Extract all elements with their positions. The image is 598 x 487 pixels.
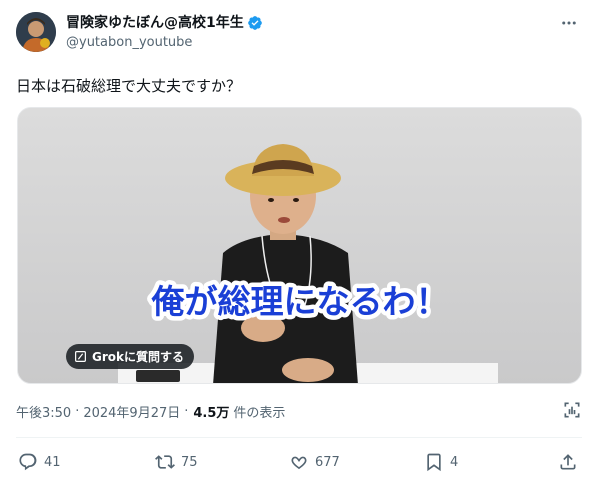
bookmark-icon <box>424 452 444 472</box>
more-icon[interactable] <box>558 12 580 34</box>
verified-icon <box>247 15 263 31</box>
tweet-header: 冒険家ゆたぼん@高校1年生 @yutabon_youtube <box>16 12 582 56</box>
retweet-button[interactable]: 75 <box>155 452 198 472</box>
meta-separator: · <box>75 404 80 419</box>
reply-count: 41 <box>44 454 61 470</box>
tweet-text: 日本は石破総理で大丈夫ですか？ <box>16 77 242 95</box>
handle[interactable]: @yutabon_youtube <box>66 33 263 53</box>
share-icon <box>558 452 578 472</box>
avatar[interactable] <box>16 12 56 52</box>
like-button[interactable]: 677 <box>289 452 340 472</box>
bookmark-count: 4 <box>450 454 459 470</box>
like-icon <box>289 452 309 472</box>
video-caption: 俺が総理になるわ！ <box>151 282 449 321</box>
retweet-icon <box>155 452 175 472</box>
video-thumbnail: 俺が総理になるわ！ 俺が総理になるわ！ <box>18 108 581 383</box>
views-count: 4.5万 <box>193 406 230 421</box>
grok-button[interactable]: Grokに質問する <box>66 344 194 369</box>
tweet-time[interactable]: 午後3:50 <box>16 402 71 421</box>
like-count: 677 <box>315 454 340 470</box>
views-label: 件の表示 <box>233 406 286 421</box>
grok-label: Grokに質問する <box>92 350 184 364</box>
display-name[interactable]: 冒険家ゆたぼん@高校1年生 <box>66 14 244 32</box>
tweet-media[interactable]: 俺が総理になるわ！ 俺が総理になるわ！ <box>17 107 582 384</box>
tweet-date[interactable]: 2024年9月27日 <box>83 402 180 421</box>
divider <box>16 437 582 438</box>
retweet-count: 75 <box>181 454 198 470</box>
analytics-icon[interactable] <box>562 400 582 420</box>
meta-separator-2: · <box>184 404 189 419</box>
reply-button[interactable]: 41 <box>18 452 61 472</box>
bookmark-button[interactable]: 4 <box>424 452 458 472</box>
tweet-meta: 午後3:50 · 2024年9月27日 · 4.5万 件の表示 <box>16 402 285 421</box>
grok-icon <box>74 350 87 363</box>
tweet-actions: 41 75 677 4 <box>18 452 584 478</box>
share-button[interactable] <box>558 452 578 472</box>
reply-icon <box>18 452 38 472</box>
